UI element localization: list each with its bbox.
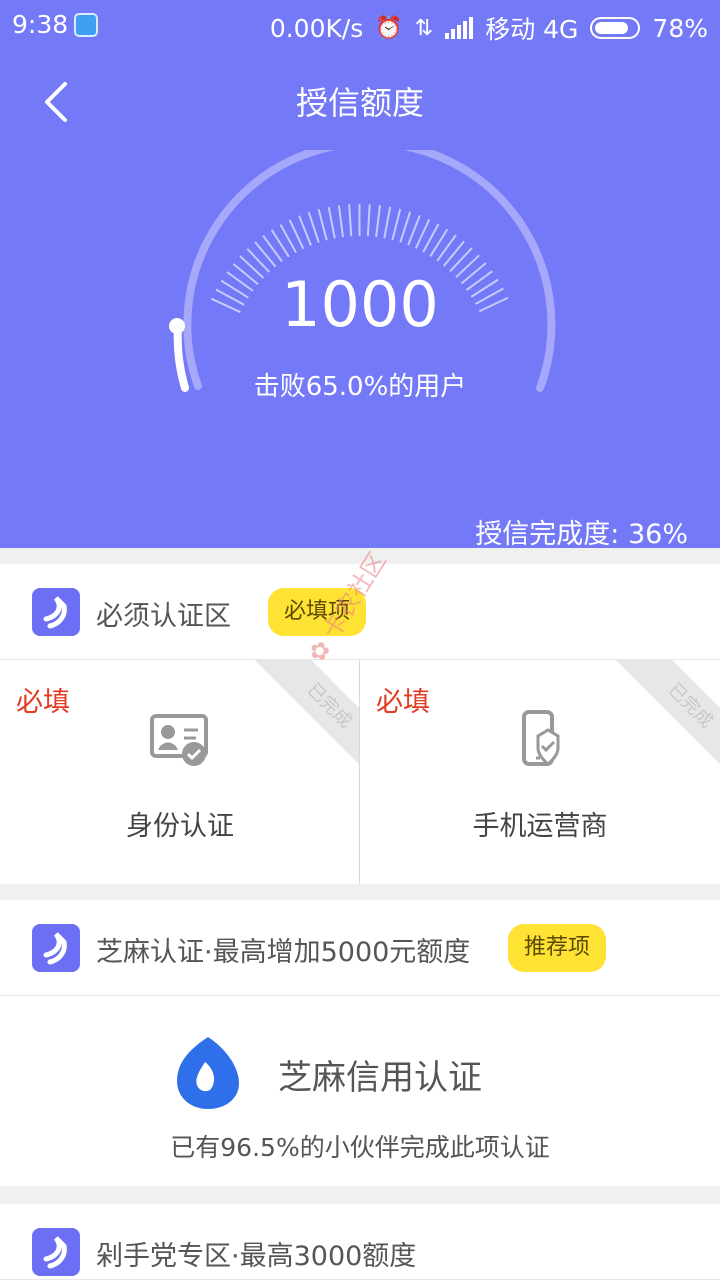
required-auth-cards: 必填 已完成 身份认证 必填 已完成 手机运营商	[0, 660, 720, 884]
hand-section-header: 剁手党专区·最高3000额度	[0, 1204, 720, 1280]
required-label: 必填	[16, 687, 70, 718]
beat-users-text: 击败65.0%的用户	[253, 372, 467, 402]
status-right-group: 0.00K/s ⏰ ⇅ 移动 4G 78%	[270, 10, 708, 46]
hand-section-title: 剁手党专区·最高3000额度	[96, 1241, 417, 1272]
identity-card-label: 身份认证	[126, 811, 234, 842]
sesame-drop-icon	[177, 1037, 239, 1109]
status-time: 9:38	[12, 10, 69, 39]
zhima-card-subtitle: 已有96.5%的小伙伴完成此项认证	[170, 1133, 550, 1162]
network-speed: 0.00K/s	[269, 13, 364, 43]
recommended-tag: 推荐项	[508, 924, 607, 972]
carrier-card[interactable]: 必填 已完成 手机运营商	[360, 660, 720, 884]
page-title: 授信额度	[295, 84, 424, 122]
completion-rate: 授信完成度: 36%	[475, 519, 688, 550]
carrier-label: 移动 4G	[485, 15, 579, 44]
battery-percent: 78%	[652, 13, 708, 43]
data-transfer-icon: ⇅	[414, 15, 434, 41]
app-notification-icon	[74, 13, 98, 37]
completed-ribbon: 已完成	[605, 660, 720, 791]
brand-logo-icon	[32, 588, 80, 636]
zhima-section-header: 芝麻认证·最高增加5000元额度 推荐项	[0, 900, 720, 996]
zhima-card-title: 芝麻信用认证	[278, 1058, 482, 1098]
signal-icon	[445, 17, 474, 39]
battery-icon	[590, 17, 641, 39]
identity-card[interactable]: 必填 已完成 身份认证	[0, 660, 360, 884]
id-card-icon	[150, 714, 208, 766]
phone-verified-icon	[522, 710, 560, 767]
zhima-credit-card[interactable]: 芝麻信用认证 已有96.5%的小伙伴完成此项认证	[0, 996, 720, 1186]
credit-score: 1000	[281, 268, 439, 341]
brand-logo-icon	[32, 1228, 80, 1276]
alarm-icon: ⏰	[375, 15, 403, 41]
brand-logo-icon	[32, 924, 80, 972]
completed-ribbon: 已完成	[244, 660, 359, 791]
credit-header-panel: 9:38 0.00K/s ⏰ ⇅ 移动 4G 78% 授信额度 1000 击败6…	[0, 0, 720, 550]
zhima-section-title: 芝麻认证·最高增加5000元额度	[96, 937, 471, 968]
status-bar: 9:38 0.00K/s ⏰ ⇅ 移动 4G 78%	[0, 0, 720, 50]
carrier-card-label: 手机运营商	[472, 811, 608, 842]
required-section-title: 必须认证区	[96, 601, 231, 632]
